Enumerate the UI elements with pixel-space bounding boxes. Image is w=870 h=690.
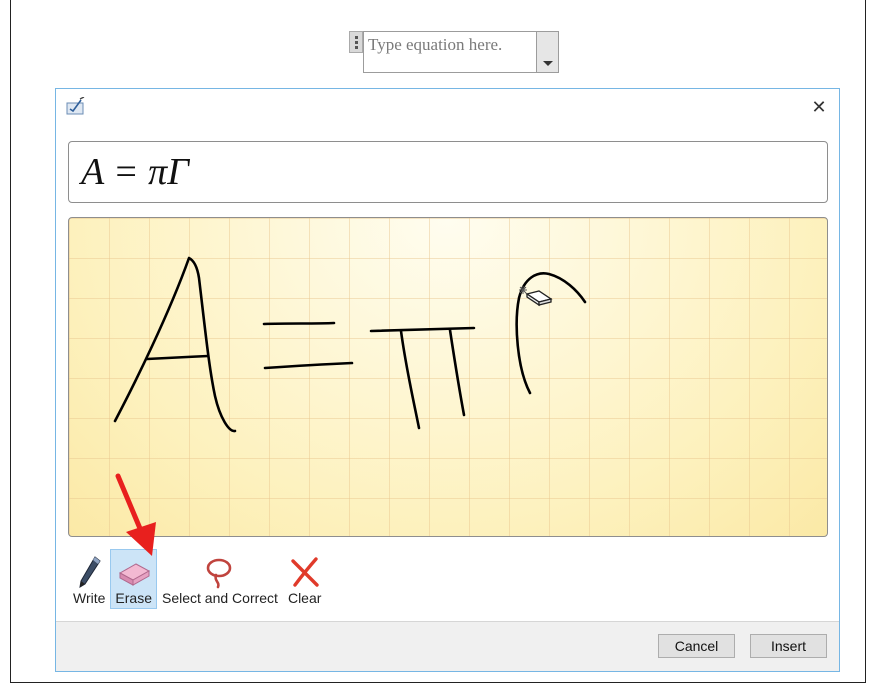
- equation-placeholder[interactable]: Type equation here.: [349, 31, 559, 73]
- math-input-icon: [66, 96, 86, 120]
- equation-placeholder-text: Type equation here.: [368, 35, 503, 54]
- clear-tool[interactable]: Clear: [283, 549, 326, 609]
- clear-icon: [289, 554, 321, 590]
- dialog-footer: Cancel Insert: [56, 621, 839, 671]
- erase-tool-label: Erase: [115, 590, 152, 606]
- equation-box[interactable]: Type equation here.: [363, 31, 559, 73]
- equation-drag-handle[interactable]: [349, 31, 363, 53]
- close-button[interactable]: ✕: [807, 95, 831, 119]
- preview-expression: A = πΓ: [81, 151, 189, 193]
- write-tool[interactable]: Write: [68, 549, 110, 609]
- pen-icon: [75, 554, 103, 590]
- insert-button[interactable]: Insert: [750, 634, 827, 658]
- equation-options-dropdown[interactable]: [536, 32, 558, 72]
- handwriting-canvas[interactable]: [68, 217, 828, 537]
- ink-strokes: [113, 256, 587, 433]
- lasso-icon: [202, 554, 238, 590]
- ink-toolbar: Write Erase Select and Correct Clear: [68, 549, 326, 613]
- equation-preview: A = πΓ: [68, 141, 828, 203]
- select-and-correct-tool[interactable]: Select and Correct: [157, 549, 283, 609]
- close-icon: ✕: [811, 96, 827, 117]
- write-tool-label: Write: [73, 590, 106, 606]
- cancel-button[interactable]: Cancel: [658, 634, 735, 658]
- eraser-cursor-icon: [519, 286, 553, 307]
- math-input-dialog: ✕ A = πΓ Write Erase Select and Correct …: [55, 88, 840, 672]
- select-and-correct-label: Select and Correct: [162, 590, 278, 606]
- clear-tool-label: Clear: [287, 590, 322, 606]
- annotation-arrow-icon: [115, 473, 156, 556]
